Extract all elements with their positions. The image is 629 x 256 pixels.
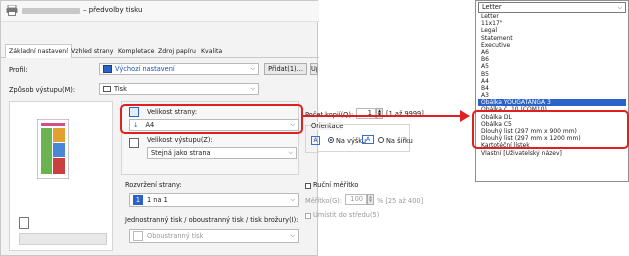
page-size-select[interactable]: ↓ A4 ⌵: [129, 119, 299, 131]
output-size-label: Velikost výstupu(Z):: [147, 136, 213, 144]
print-preferences-dialog: – předvolby tisku Základní nastavení Vzh…: [0, 0, 358, 256]
landscape-label: Na šířku: [386, 137, 413, 145]
chevron-down-icon: ⌵: [288, 149, 293, 156]
tab-quality[interactable]: Kvalita: [201, 46, 222, 57]
preview-thumbnails: [19, 233, 107, 245]
page-preview: [36, 118, 70, 180]
option-a4[interactable]: A4: [478, 78, 626, 85]
output-method-label: Způsob výstupu(M):: [9, 86, 76, 94]
manual-scale-checkbox[interactable]: [305, 182, 311, 190]
landscape-radio[interactable]: [378, 136, 384, 144]
option-b4[interactable]: B4: [478, 85, 626, 92]
duplex-value: Oboustranný tisk: [147, 232, 204, 240]
chevron-down-icon: ⌵: [290, 196, 295, 203]
chevron-down-icon: ⌵: [250, 85, 255, 92]
scale-input[interactable]: 100: [345, 194, 367, 205]
scale-range: % [25 až 400]: [377, 197, 424, 205]
add-profile-button[interactable]: Přidat(1)...: [264, 63, 307, 75]
edit-profile-button[interactable]: Upravit(2)...: [310, 63, 318, 75]
chevron-down-icon: ⌵: [290, 121, 295, 128]
layout-count-icon: 1: [133, 195, 143, 205]
duplex-select[interactable]: Oboustranný tisk ⌵: [129, 229, 299, 243]
paper-size-combobox[interactable]: Letter ⌵: [478, 2, 626, 13]
option-executive[interactable]: Executive: [478, 42, 626, 49]
paper-size-selected-value: Letter: [482, 3, 502, 11]
tab-basic-settings[interactable]: Základní nastavení: [5, 44, 72, 58]
page-size-icon: [129, 107, 139, 117]
title-bar: – předvolby tisku: [1, 1, 319, 22]
option-custom[interactable]: Vlastní [Uživatelský název]: [478, 150, 626, 157]
duplex-icon: [133, 231, 143, 241]
highlight-arrow: [302, 110, 470, 122]
page-layout-select[interactable]: 1 1 na 1 ⌵: [129, 193, 299, 207]
tab-paper-source[interactable]: Zdroj papíru: [158, 46, 196, 57]
profile-value: Výchozí nastavení: [115, 65, 175, 73]
chevron-down-icon: ⌵: [250, 65, 255, 72]
page-preview-image: [36, 118, 70, 180]
landscape-icon: A: [362, 135, 374, 144]
option-envelope-yougatanga-3[interactable]: Obálka YOUGATANGA 3: [478, 99, 626, 107]
option-b5[interactable]: B5: [478, 71, 626, 78]
option-a5[interactable]: A5: [478, 63, 626, 70]
page-size-value: A4: [145, 121, 155, 129]
scale-label: Měřítko(G):: [305, 197, 342, 205]
page-layout-label: Rozvržení strany:: [125, 181, 182, 189]
printer-icon: [6, 4, 18, 18]
option-a6[interactable]: A6: [478, 49, 626, 56]
landscape-option[interactable]: A: [362, 135, 374, 144]
chevron-down-icon: ⌵: [290, 232, 295, 239]
output-method-select[interactable]: Tisk ⌵: [99, 83, 259, 95]
scale-spinner[interactable]: ▲ ▼: [367, 194, 374, 205]
profile-label: Profil:: [9, 66, 28, 74]
tab-bar: Základní nastavení Vzhled strany Komplet…: [1, 43, 319, 58]
output-size-value: Stejná jako strana: [151, 149, 211, 157]
print-icon: [103, 86, 111, 92]
output-size-select[interactable]: Stejná jako strana ⌵: [147, 147, 297, 159]
option-b6[interactable]: B6: [478, 56, 626, 63]
output-method-value: Tisk: [114, 85, 127, 93]
portrait-radio[interactable]: [328, 136, 334, 144]
profile-icon: [103, 65, 112, 73]
dialog-title: – předvolby tisku: [83, 6, 143, 14]
document-icon: [19, 217, 29, 229]
option-11x17[interactable]: 11x17": [478, 20, 626, 27]
center-on-page-label: Umístit do středu(5): [313, 211, 380, 219]
duplex-label: Jednostranný tisk / oboustranný tisk / t…: [125, 216, 299, 224]
paper-size-dropdown: Letter ⌵ Letter 11x17" Legal Statement E…: [475, 0, 629, 182]
page-orientation-arrow-icon: ↓: [133, 121, 139, 129]
chevron-down-icon: ⌵: [617, 4, 622, 11]
scale-value: 100: [350, 195, 363, 203]
page-layout-value: 1 na 1: [147, 196, 168, 204]
profile-select[interactable]: Výchozí nastavení ⌵: [99, 63, 259, 75]
output-size-icon: [129, 138, 139, 148]
option-letter[interactable]: Letter: [478, 13, 626, 20]
option-statement[interactable]: Statement: [478, 35, 626, 42]
option-legal[interactable]: Legal: [478, 27, 626, 34]
tab-page-setup[interactable]: Vzhled strany: [71, 46, 113, 57]
page-size-label: Velikost strany:: [147, 108, 198, 116]
option-a3[interactable]: A3: [478, 92, 626, 99]
redacted-printer-name: [22, 8, 80, 14]
center-label: [305, 212, 311, 220]
manual-scale-label: Ruční měřítko: [313, 181, 359, 189]
tab-finishing[interactable]: Kompletace: [118, 46, 154, 57]
envelope-options-highlight: [472, 110, 629, 149]
